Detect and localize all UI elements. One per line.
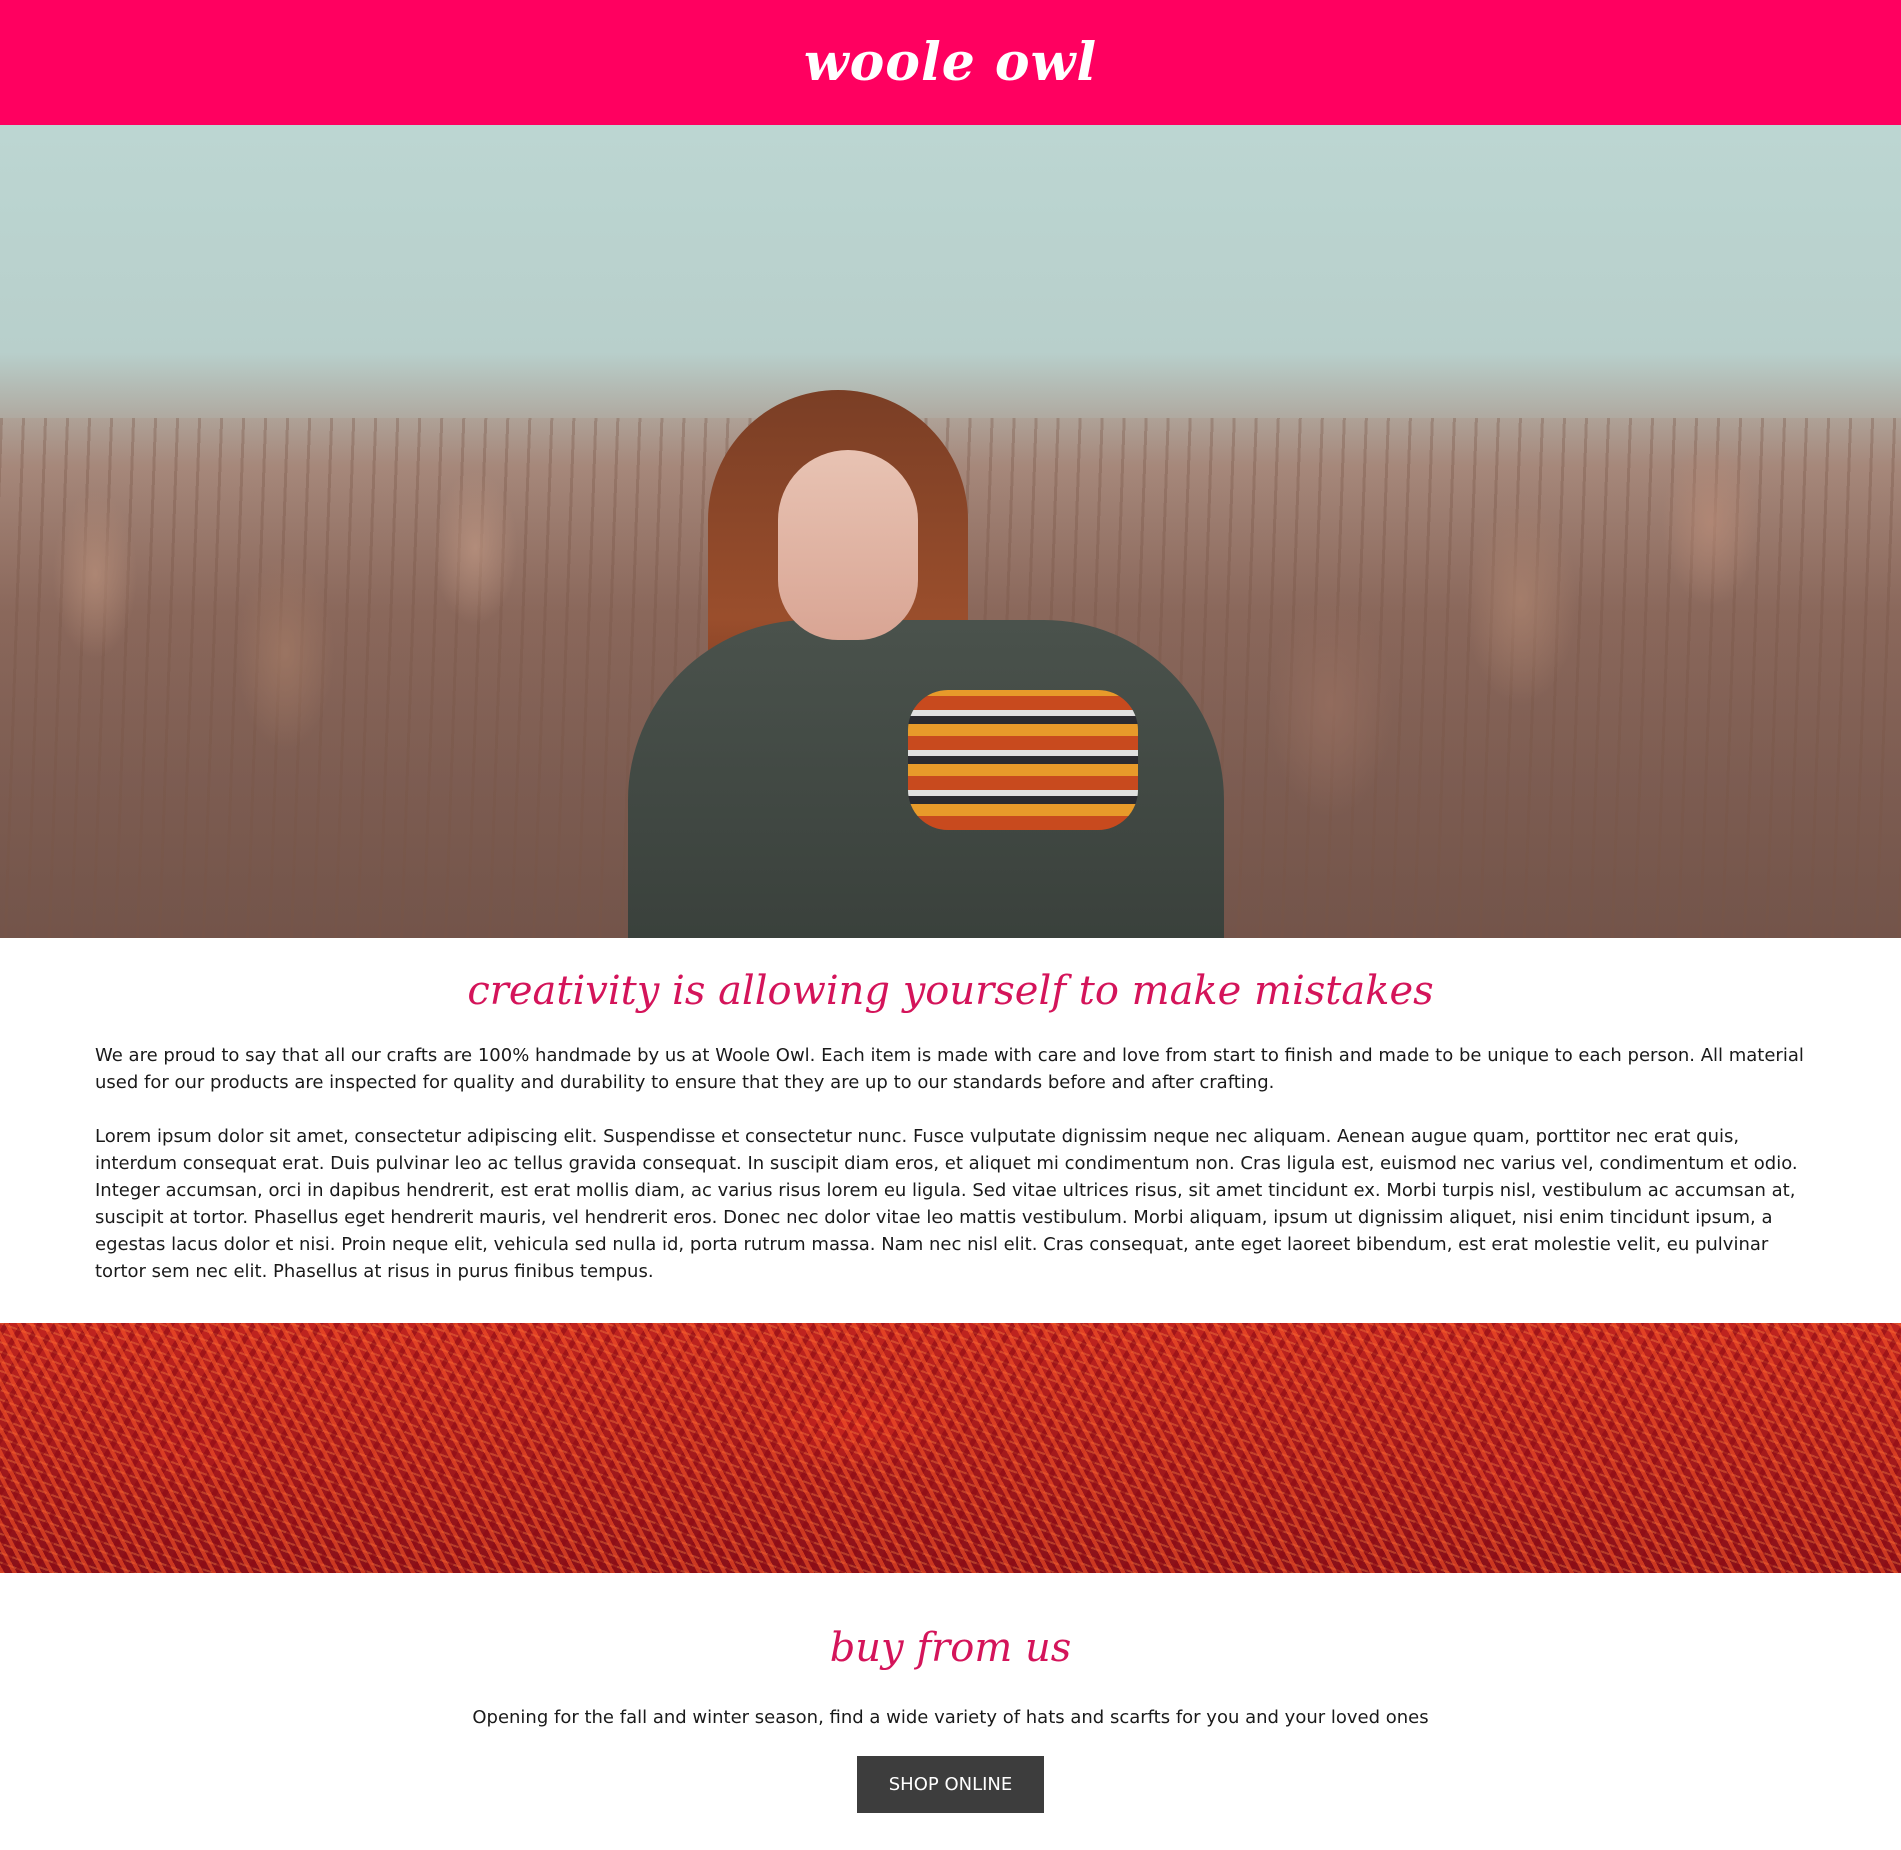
- hero-face: [778, 450, 918, 640]
- shop-section: buy from us Opening for the fall and win…: [0, 1573, 1901, 1813]
- hero-scarf: [908, 690, 1138, 830]
- site-header: woole owl: [0, 0, 1901, 125]
- about-section: creativity is allowing yourself to make …: [0, 938, 1901, 1323]
- shop-online-button[interactable]: SHOP ONLINE: [857, 1756, 1044, 1813]
- hero-image: [0, 125, 1901, 938]
- shop-heading: buy from us: [829, 1625, 1072, 1671]
- shop-description: Opening for the fall and winter season, …: [472, 1707, 1429, 1728]
- about-paragraph-1: We are proud to say that all our crafts …: [95, 1045, 1804, 1093]
- about-paragraph-2: Lorem ipsum dolor sit amet, consectetur …: [95, 1126, 1798, 1282]
- about-heading: creativity is allowing yourself to make …: [467, 968, 1434, 1014]
- yarn-banner-image: [0, 1323, 1901, 1573]
- hero-woman-figure: [628, 390, 1224, 938]
- brand-logo[interactable]: woole owl: [804, 36, 1097, 89]
